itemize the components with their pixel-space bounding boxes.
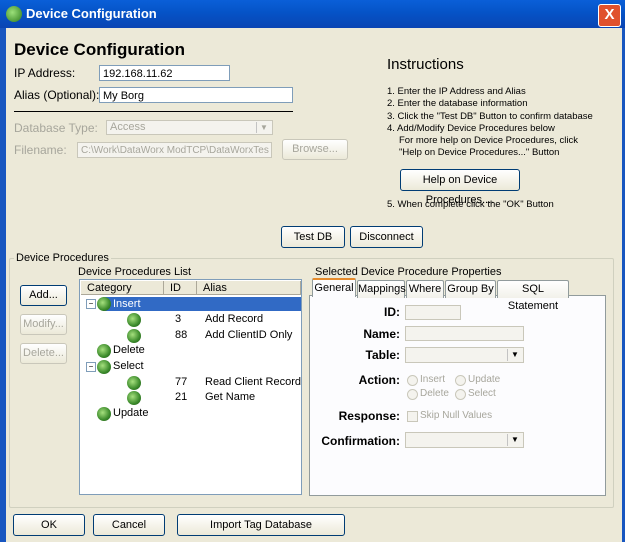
row-alias[interactable]: Add Record [205, 313, 263, 325]
help-on-device-procedures-button[interactable]: Help on Device Procedures.... [400, 169, 520, 206]
confirmation-select[interactable]: ▼ [405, 432, 524, 448]
response-label: Response: [338, 409, 400, 423]
page-title: Device Configuration [14, 40, 185, 59]
filename-label: Filename: [14, 143, 67, 157]
row-id: 77 [175, 376, 188, 388]
insert-radio[interactable] [407, 375, 418, 386]
gear-icon [127, 313, 141, 327]
tree-node-delete[interactable]: Delete [113, 344, 145, 356]
column-header-category[interactable]: Category [81, 281, 164, 295]
app-gear-icon [6, 6, 22, 22]
import-tag-database-button[interactable]: Import Tag Database [177, 514, 345, 536]
ip-address-input[interactable]: 192.168.11.62 [99, 65, 230, 81]
procedures-tree-list[interactable]: Category ID Alias − Insert 3 Add Record … [79, 279, 302, 495]
disconnect-button[interactable]: Disconnect [350, 226, 423, 248]
modify-procedure-button[interactable]: Modify... [20, 314, 67, 335]
tab-general[interactable]: General [312, 278, 356, 297]
update-radio[interactable] [455, 375, 466, 386]
gear-icon [127, 329, 141, 343]
separator-line [14, 111, 293, 112]
device-procedures-group-label: Device Procedures [14, 252, 111, 264]
name-field[interactable] [405, 326, 524, 341]
tree-node-insert: Insert [113, 298, 141, 310]
column-header-alias[interactable]: Alias [197, 281, 301, 295]
delete-procedure-button[interactable]: Delete... [20, 343, 67, 364]
cancel-button[interactable]: Cancel [93, 514, 165, 536]
insert-radio-label: Insert [420, 374, 446, 385]
gear-icon [97, 360, 111, 374]
tree-node-select[interactable]: Select [113, 360, 144, 372]
properties-title: Selected Device Procedure Properties [315, 266, 502, 278]
delete-radio-label: Delete [420, 388, 449, 399]
select-radio-label: Select [468, 388, 496, 399]
window-left-border [0, 28, 6, 542]
instructions-title: Instructions [387, 56, 464, 73]
name-label: Name: [363, 327, 400, 341]
database-type-value: Access [110, 121, 146, 133]
table-select[interactable]: ▼ [405, 347, 524, 363]
window-title: Device Configuration [26, 6, 157, 21]
title-bar[interactable]: Device Configuration X [0, 0, 625, 28]
skip-null-values-label: Skip Null Values [420, 410, 493, 421]
delete-radio[interactable] [407, 389, 418, 400]
database-type-label: Database Type: [14, 121, 98, 135]
instruction-step-5: 5. When complete click the "OK" Button [387, 199, 554, 210]
instruction-step-1: 1. Enter the IP Address and Alias [387, 86, 526, 97]
gear-icon [127, 376, 141, 390]
collapse-icon[interactable]: − [86, 362, 96, 372]
action-label: Action: [358, 373, 400, 387]
row-alias[interactable]: Get Name [205, 391, 255, 403]
test-db-button[interactable]: Test DB [281, 226, 345, 248]
row-id: 88 [175, 329, 188, 341]
ok-button[interactable]: OK [13, 514, 85, 536]
filename-input[interactable]: C:\Work\DataWorx ModTCP\DataWorxTes [77, 142, 272, 158]
close-button[interactable]: X [598, 4, 621, 27]
collapse-icon[interactable]: − [86, 299, 96, 309]
row-alias[interactable]: Add ClientID Only [205, 329, 292, 341]
tab-mappings[interactable]: Mappings [357, 280, 406, 298]
tab-sql-statement[interactable]: SQL Statement [497, 280, 569, 312]
select-radio[interactable] [455, 389, 466, 400]
tab-group-by[interactable]: Group By [445, 280, 496, 298]
table-label: Table: [365, 348, 400, 362]
instruction-step-4a: For more help on Device Procedures, clic… [399, 135, 578, 147]
skip-null-values-checkbox[interactable] [407, 411, 418, 422]
instruction-step-4b: "Help on Device Procedures..." Button [399, 147, 560, 159]
database-type-select[interactable]: Access ▼ [106, 120, 273, 135]
gear-icon [127, 391, 141, 405]
instruction-step-2: 2. Enter the database information [387, 98, 528, 110]
chevron-down-icon: ▼ [507, 349, 522, 361]
gear-icon [97, 297, 111, 311]
tab-where[interactable]: Where [406, 280, 444, 298]
instruction-step-3: 3. Click the "Test DB" Button to confirm… [387, 110, 593, 122]
chevron-down-icon: ▼ [507, 434, 522, 446]
confirmation-label: Confirmation: [321, 434, 400, 448]
gear-icon [97, 344, 111, 358]
gear-icon [97, 407, 111, 421]
instructions-list: 1. Enter the IP Address and Alias 2. Ent… [387, 86, 593, 160]
id-label: ID: [384, 305, 400, 319]
instruction-step-4: 4. Add/Modify Device Procedures below [387, 122, 555, 134]
id-field[interactable] [405, 305, 461, 320]
browse-button[interactable]: Browse... [282, 139, 348, 160]
add-procedure-button[interactable]: Add... [20, 285, 67, 306]
column-header-id[interactable]: ID [164, 281, 197, 295]
update-radio-label: Update [468, 374, 501, 385]
tree-node-update[interactable]: Update [113, 407, 148, 419]
row-id: 3 [175, 313, 182, 325]
row-id: 21 [175, 391, 188, 403]
device-configuration-window: Device Configuration X Device Configurat… [0, 0, 625, 542]
ip-address-label: IP Address: [14, 66, 76, 80]
row-alias[interactable]: Read Client Record [205, 376, 301, 388]
alias-input[interactable]: My Borg [99, 87, 293, 103]
alias-label: Alias (Optional): [14, 88, 100, 102]
chevron-down-icon: ▼ [256, 122, 271, 133]
device-procedures-list-label: Device Procedures List [78, 266, 192, 278]
